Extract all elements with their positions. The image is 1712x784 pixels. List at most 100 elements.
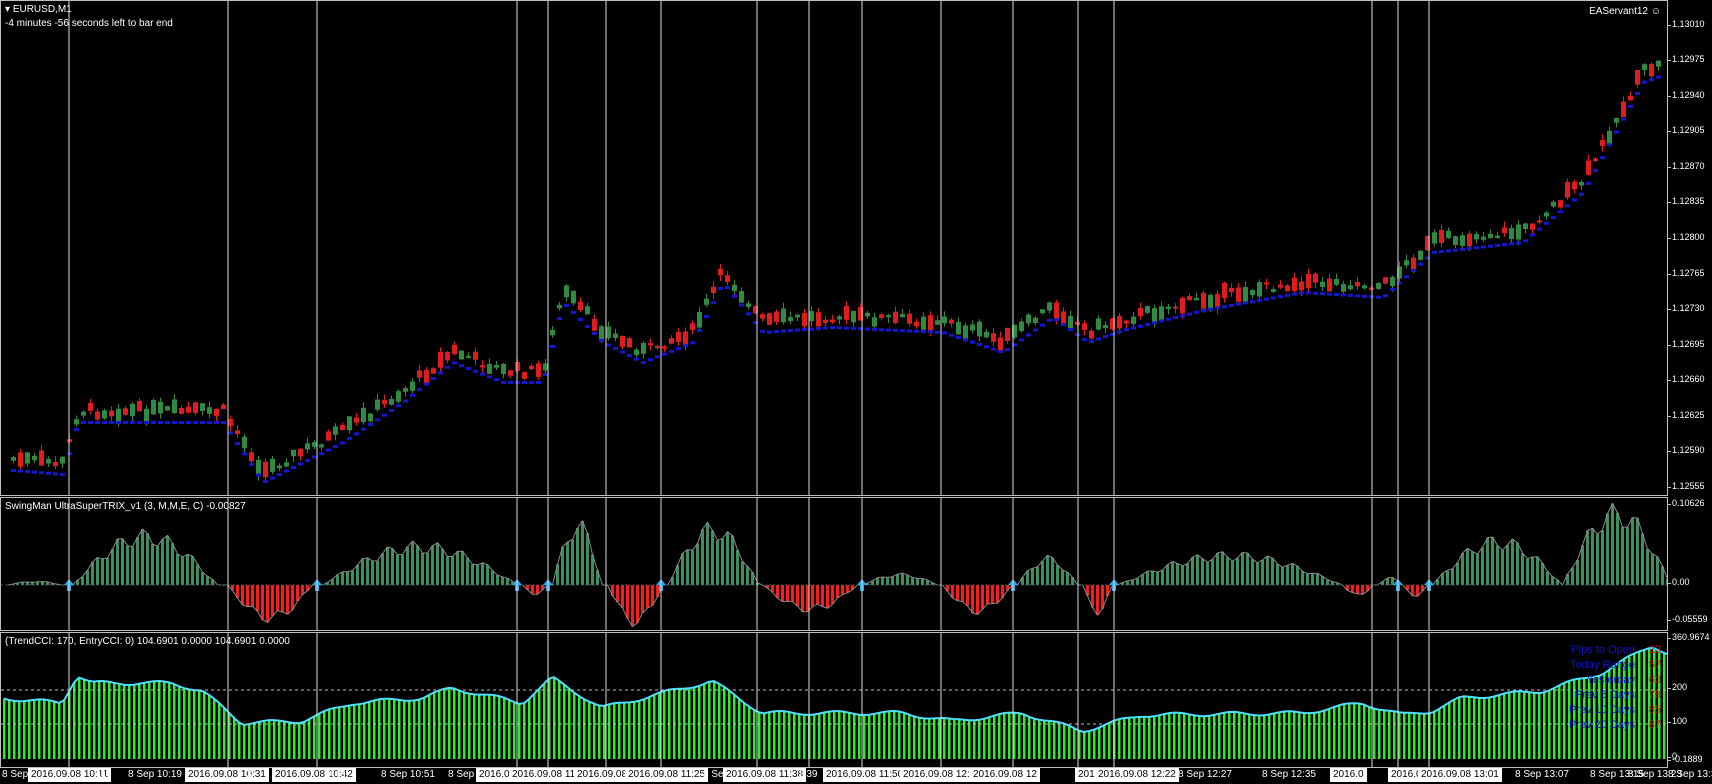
time-label: 2016.09.08 11:38 xyxy=(723,768,807,782)
cci-bar xyxy=(1203,716,1206,759)
trend-mark xyxy=(312,455,317,459)
trix-bar xyxy=(1266,556,1269,585)
candle xyxy=(725,275,730,283)
candle xyxy=(102,410,107,419)
trend-mark xyxy=(893,328,898,332)
cci-bar xyxy=(1098,727,1101,759)
cci-bar xyxy=(903,712,906,759)
cci-bar xyxy=(1378,709,1381,759)
candle xyxy=(1159,306,1164,320)
candle xyxy=(1544,212,1549,217)
trend-mark xyxy=(1488,244,1493,248)
cci-canvas xyxy=(1,633,1667,767)
cci-bar xyxy=(858,714,861,759)
cci-bar xyxy=(438,690,441,759)
trix-bar xyxy=(1621,526,1624,585)
candle xyxy=(179,407,184,414)
trend-mark xyxy=(158,421,163,424)
cci-bar xyxy=(63,700,66,759)
candle xyxy=(599,326,604,342)
trix-bar xyxy=(1596,534,1599,585)
trix-bar xyxy=(1466,548,1469,585)
trend-mark xyxy=(578,318,583,321)
candle xyxy=(228,418,233,427)
trend-mark xyxy=(529,381,534,384)
candle xyxy=(249,452,254,462)
cci-bar xyxy=(538,688,541,759)
cci-indicator-pane[interactable]: (TrendCCI: 170, EntryCCI: 0) 104.6901 0.… xyxy=(0,632,1668,768)
cci-bar xyxy=(1063,723,1066,759)
candle xyxy=(242,436,247,449)
cci-bar xyxy=(728,690,731,759)
trix-bar xyxy=(816,585,819,605)
trix-bar xyxy=(1306,573,1309,585)
trix-bar xyxy=(1616,512,1619,585)
trix-bar xyxy=(1481,547,1484,585)
cci-bar xyxy=(38,699,41,759)
trend-mark xyxy=(1390,287,1395,291)
trend-mark xyxy=(1026,333,1031,337)
candle xyxy=(1089,330,1094,339)
trend-mark xyxy=(879,328,884,332)
price-chart-pane[interactable]: ▾ EURUSD,M1 -4 minutes -56 seconds left … xyxy=(0,0,1668,496)
cci-bar xyxy=(1073,728,1076,759)
cci-bar xyxy=(8,699,11,759)
trix-bar xyxy=(716,540,719,585)
candle xyxy=(634,349,639,356)
price-chart-canvas[interactable] xyxy=(1,1,1668,496)
cci-bar xyxy=(1423,713,1426,759)
trix-bar xyxy=(911,577,914,585)
cci-bar xyxy=(1198,716,1201,759)
trix-bar xyxy=(741,561,744,585)
trend-mark xyxy=(627,354,632,357)
cci-bar xyxy=(428,695,431,759)
cci-bar xyxy=(513,701,516,759)
candle xyxy=(284,462,289,467)
trix-bar xyxy=(1211,559,1214,585)
trend-mark xyxy=(1005,348,1010,352)
cci-bar xyxy=(563,684,566,759)
trix-bar xyxy=(381,553,384,585)
trend-mark xyxy=(1558,210,1563,214)
trix-bar xyxy=(101,558,104,585)
trix-bar xyxy=(881,576,884,585)
trix-bar xyxy=(1031,568,1034,585)
trix-bar xyxy=(376,560,379,585)
candle xyxy=(1474,233,1479,240)
candle xyxy=(795,314,800,318)
cci-bar xyxy=(908,714,911,759)
trend-mark xyxy=(823,326,828,330)
trend-mark xyxy=(1502,243,1507,247)
cci-bar xyxy=(818,713,821,759)
trend-mark xyxy=(1530,233,1535,237)
trix-bar xyxy=(366,557,369,585)
cci-bar xyxy=(1188,714,1191,759)
cci-bar xyxy=(718,683,721,759)
trix-bar xyxy=(206,576,209,585)
cci-tick: 100 xyxy=(1667,716,1688,726)
trix-bar xyxy=(86,570,89,585)
candle xyxy=(438,352,443,368)
candle xyxy=(690,323,695,330)
candle xyxy=(431,368,436,374)
trend-mark xyxy=(956,336,961,339)
candle xyxy=(837,316,842,320)
cci-bar xyxy=(193,690,196,759)
cci-bar xyxy=(1438,709,1441,759)
trend-mark xyxy=(165,421,170,424)
trix-indicator-pane[interactable]: SwingMan UltraSuperTRIX_v1 (3, M,M,E, C)… xyxy=(0,497,1668,631)
candle xyxy=(389,398,394,405)
trend-mark xyxy=(1019,338,1024,342)
candle xyxy=(95,411,100,420)
cci-bar xyxy=(628,702,631,759)
trix-bar xyxy=(431,545,434,585)
candle xyxy=(760,314,765,319)
trix-bar xyxy=(406,546,409,585)
cci-bar xyxy=(693,687,696,759)
cci-bar xyxy=(1518,691,1521,759)
trend-mark xyxy=(1460,247,1465,251)
candle xyxy=(46,458,51,464)
candle xyxy=(11,457,16,461)
trix-bar xyxy=(1606,513,1609,585)
candle xyxy=(445,351,450,361)
